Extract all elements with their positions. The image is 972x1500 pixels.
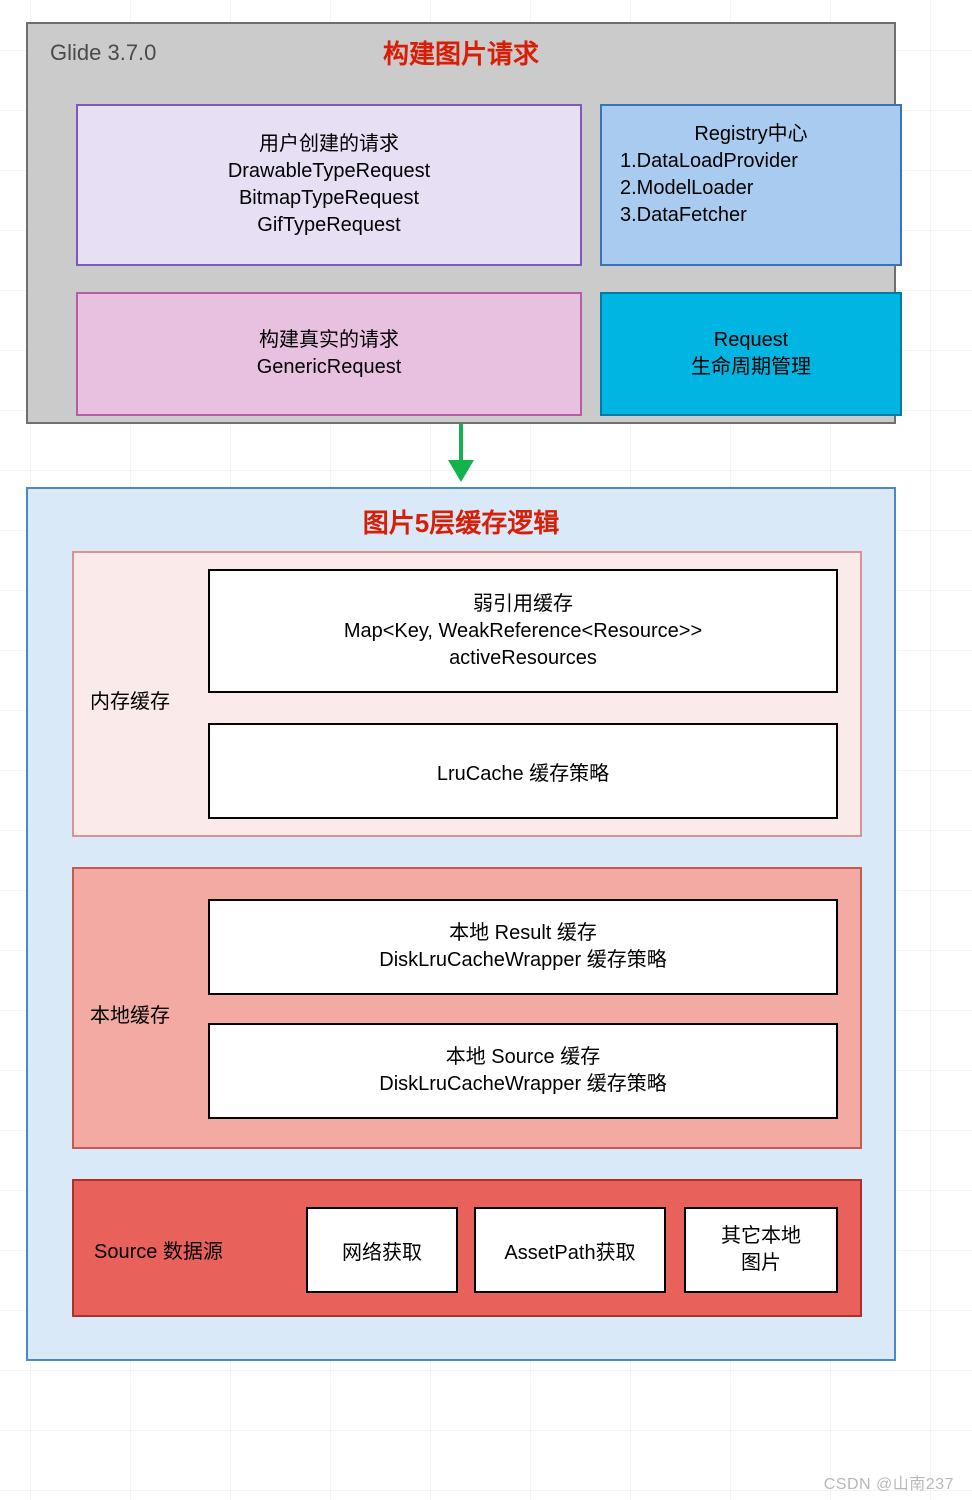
- user-request-line: DrawableTypeRequest: [228, 158, 430, 185]
- section1-title: 构建图片请求: [28, 34, 894, 71]
- lru-cache-text: LruCache 缓存策略: [437, 757, 609, 786]
- disk-cache-group: 本地缓存 本地 Result 缓存 DiskLruCacheWrapper 缓存…: [72, 867, 862, 1149]
- lifecycle-line: 生命周期管理: [691, 354, 811, 381]
- user-request-line: BitmapTypeRequest: [228, 185, 430, 212]
- source-other-line: 图片: [721, 1250, 801, 1277]
- weak-ref-line: 弱引用缓存: [344, 591, 702, 618]
- registry-box: Registry中心 1.DataLoadProvider 2.ModelLoa…: [600, 104, 902, 266]
- source-group: Source 数据源 网络获取 AssetPath获取 其它本地 图片: [72, 1179, 862, 1317]
- diagram-canvas: Glide 3.7.0 构建图片请求 用户创建的请求 DrawableTypeR…: [0, 0, 972, 1500]
- weak-ref-line: Map<Key, WeakReference<Resource>>: [344, 618, 702, 645]
- watermark-text: CSDN @山南237: [824, 1470, 954, 1494]
- registry-item: 3.DataFetcher: [620, 202, 882, 229]
- source-asset-text: AssetPath获取: [504, 1236, 635, 1265]
- disk-source-line: 本地 Source 缓存: [379, 1044, 667, 1071]
- disk-source-cache-box: 本地 Source 缓存 DiskLruCacheWrapper 缓存策略: [208, 1023, 838, 1119]
- memory-cache-label: 内存缓存: [90, 685, 170, 714]
- weak-ref-cache-box: 弱引用缓存 Map<Key, WeakReference<Resource>> …: [208, 569, 838, 693]
- disk-result-line: DiskLruCacheWrapper 缓存策略: [379, 947, 667, 974]
- lifecycle-line: Request: [691, 327, 811, 354]
- cache-logic-section: 图片5层缓存逻辑 内存缓存 弱引用缓存 Map<Key, WeakReferen…: [26, 487, 896, 1361]
- lifecycle-box: Request 生命周期管理: [600, 292, 902, 416]
- disk-source-line: DiskLruCacheWrapper 缓存策略: [379, 1071, 667, 1098]
- generic-line: 构建真实的请求: [257, 327, 402, 354]
- section2-title: 图片5层缓存逻辑: [28, 503, 894, 540]
- generic-line: GenericRequest: [257, 354, 402, 381]
- source-other-line: 其它本地: [721, 1223, 801, 1250]
- source-other-box: 其它本地 图片: [684, 1207, 838, 1293]
- weak-ref-line: activeResources: [344, 645, 702, 672]
- memory-cache-group: 内存缓存 弱引用缓存 Map<Key, WeakReference<Resour…: [72, 551, 862, 837]
- generic-request-box: 构建真实的请求 GenericRequest: [76, 292, 582, 416]
- arrow-down-icon: [0, 424, 972, 484]
- source-asset-box: AssetPath获取: [474, 1207, 666, 1293]
- registry-title: Registry中心: [620, 121, 882, 148]
- source-net-text: 网络获取: [342, 1236, 422, 1265]
- lru-cache-box: LruCache 缓存策略: [208, 723, 838, 819]
- registry-item: 2.ModelLoader: [620, 175, 882, 202]
- disk-result-cache-box: 本地 Result 缓存 DiskLruCacheWrapper 缓存策略: [208, 899, 838, 995]
- user-request-line: 用户创建的请求: [228, 131, 430, 158]
- source-network-box: 网络获取: [306, 1207, 458, 1293]
- source-label: Source 数据源: [94, 1235, 223, 1264]
- disk-cache-label: 本地缓存: [90, 999, 170, 1028]
- disk-result-line: 本地 Result 缓存: [379, 920, 667, 947]
- registry-item: 1.DataLoadProvider: [620, 148, 882, 175]
- user-request-line: GifTypeRequest: [228, 212, 430, 239]
- user-request-box: 用户创建的请求 DrawableTypeRequest BitmapTypeRe…: [76, 104, 582, 266]
- build-request-section: Glide 3.7.0 构建图片请求 用户创建的请求 DrawableTypeR…: [26, 22, 896, 424]
